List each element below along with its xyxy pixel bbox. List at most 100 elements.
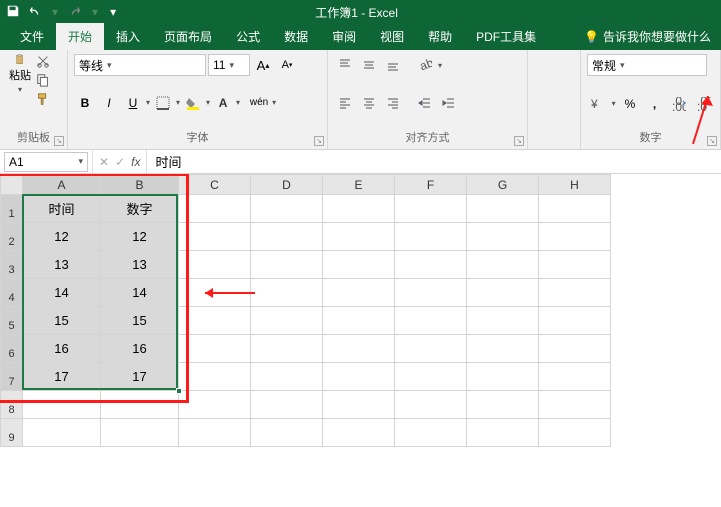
cell-F8[interactable]	[395, 391, 467, 419]
cell-B5[interactable]: 15	[101, 307, 179, 335]
cell-A2[interactable]: 12	[23, 223, 101, 251]
row-header-4[interactable]: 4	[1, 279, 23, 307]
number-launcher[interactable]: ↘	[707, 136, 717, 146]
tab-layout[interactable]: 页面布局	[152, 23, 224, 50]
cell-H9[interactable]	[539, 419, 611, 447]
cell-C3[interactable]	[179, 251, 251, 279]
redo-icon[interactable]	[68, 4, 82, 21]
save-icon[interactable]	[6, 4, 20, 21]
cell-F1[interactable]	[395, 195, 467, 223]
confirm-icon[interactable]: ✓	[115, 155, 125, 169]
cell-C1[interactable]	[179, 195, 251, 223]
underline-button[interactable]: U	[122, 92, 144, 114]
border-button[interactable]	[152, 92, 174, 114]
worksheet[interactable]: ABCDEFGH1时间数字212123131341414515156161671…	[0, 174, 721, 507]
cell-F9[interactable]	[395, 419, 467, 447]
align-center-icon[interactable]	[358, 92, 380, 114]
font-size-dropdown[interactable]: 11▾	[208, 54, 250, 76]
italic-button[interactable]: I	[98, 92, 120, 114]
cell-C8[interactable]	[179, 391, 251, 419]
cell-B7[interactable]: 17	[101, 363, 179, 391]
row-header-2[interactable]: 2	[1, 223, 23, 251]
format-painter-icon[interactable]	[36, 92, 50, 109]
cell-G7[interactable]	[467, 363, 539, 391]
cell-G5[interactable]	[467, 307, 539, 335]
cell-H8[interactable]	[539, 391, 611, 419]
cell-D9[interactable]	[251, 419, 323, 447]
orientation-icon[interactable]: ab	[414, 54, 436, 76]
cell-G6[interactable]	[467, 335, 539, 363]
cell-G2[interactable]	[467, 223, 539, 251]
cell-A8[interactable]	[23, 391, 101, 419]
tab-pdf[interactable]: PDF工具集	[464, 23, 548, 50]
cell-B9[interactable]	[101, 419, 179, 447]
col-header-G[interactable]: G	[467, 175, 539, 195]
row-header-8[interactable]: 8	[1, 391, 23, 419]
percent-format-icon[interactable]: %	[620, 93, 641, 115]
qat-caret-icon[interactable]: ▾	[52, 5, 58, 19]
cell-C6[interactable]	[179, 335, 251, 363]
col-header-C[interactable]: C	[179, 175, 251, 195]
cell-F3[interactable]	[395, 251, 467, 279]
cell-B4[interactable]: 14	[101, 279, 179, 307]
tab-view[interactable]: 视图	[368, 23, 416, 50]
cell-E4[interactable]	[323, 279, 395, 307]
fill-color-button[interactable]	[182, 92, 204, 114]
cell-B8[interactable]	[101, 391, 179, 419]
cell-F4[interactable]	[395, 279, 467, 307]
cell-E9[interactable]	[323, 419, 395, 447]
accounting-format-icon[interactable]: ¥	[587, 93, 608, 115]
row-header-6[interactable]: 6	[1, 335, 23, 363]
increase-indent-icon[interactable]	[438, 92, 460, 114]
cell-B3[interactable]: 13	[101, 251, 179, 279]
font-launcher[interactable]: ↘	[314, 136, 324, 146]
decrease-indent-icon[interactable]	[414, 92, 436, 114]
fx-icon[interactable]: fx	[131, 155, 140, 169]
cell-A4[interactable]: 14	[23, 279, 101, 307]
col-header-H[interactable]: H	[539, 175, 611, 195]
cell-E6[interactable]	[323, 335, 395, 363]
row-header-7[interactable]: 7	[1, 363, 23, 391]
tab-file[interactable]: 文件	[8, 23, 56, 50]
cell-D4[interactable]	[251, 279, 323, 307]
cell-G1[interactable]	[467, 195, 539, 223]
cell-H7[interactable]	[539, 363, 611, 391]
cell-C9[interactable]	[179, 419, 251, 447]
col-header-A[interactable]: A	[23, 175, 101, 195]
cell-E1[interactable]	[323, 195, 395, 223]
row-header-3[interactable]: 3	[1, 251, 23, 279]
tab-help[interactable]: 帮助	[416, 23, 464, 50]
cell-E7[interactable]	[323, 363, 395, 391]
cell-B1[interactable]: 数字	[101, 195, 179, 223]
phonetic-button[interactable]: wén	[248, 92, 270, 114]
cell-A5[interactable]: 15	[23, 307, 101, 335]
cell-H5[interactable]	[539, 307, 611, 335]
align-middle-icon[interactable]	[358, 54, 380, 76]
cell-E8[interactable]	[323, 391, 395, 419]
decrease-font-icon[interactable]: A▾	[276, 54, 298, 76]
cell-A6[interactable]: 16	[23, 335, 101, 363]
cell-D6[interactable]	[251, 335, 323, 363]
col-header-B[interactable]: B	[101, 175, 179, 195]
tab-insert[interactable]: 插入	[104, 23, 152, 50]
increase-font-icon[interactable]: A▴	[252, 54, 274, 76]
cell-C7[interactable]	[179, 363, 251, 391]
align-left-icon[interactable]	[334, 92, 356, 114]
undo-icon[interactable]	[28, 4, 42, 21]
row-header-9[interactable]: 9	[1, 419, 23, 447]
cell-F6[interactable]	[395, 335, 467, 363]
increase-decimal-icon[interactable]: .0.00	[669, 93, 690, 115]
copy-icon[interactable]	[36, 73, 50, 90]
align-top-icon[interactable]	[334, 54, 356, 76]
cell-D3[interactable]	[251, 251, 323, 279]
number-format-dropdown[interactable]: 常规▾	[587, 54, 707, 76]
cut-icon[interactable]	[36, 54, 50, 71]
col-header-F[interactable]: F	[395, 175, 467, 195]
cell-C4[interactable]	[179, 279, 251, 307]
qat-customize-icon[interactable]: ▾	[110, 5, 116, 19]
comma-format-icon[interactable]: ,	[644, 93, 665, 115]
font-name-dropdown[interactable]: 等线▾	[74, 54, 206, 76]
cell-C5[interactable]	[179, 307, 251, 335]
cell-G8[interactable]	[467, 391, 539, 419]
cell-C2[interactable]	[179, 223, 251, 251]
